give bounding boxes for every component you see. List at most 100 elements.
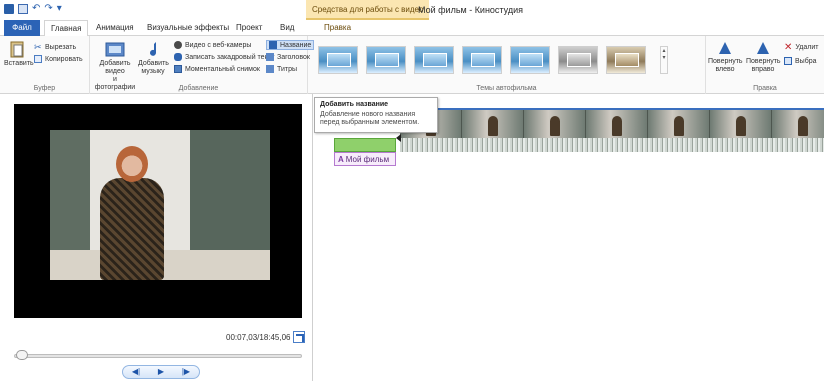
video-frame-image — [50, 130, 270, 280]
add-music-label-1: Добавить — [138, 60, 169, 67]
theme-thumbnail[interactable] — [318, 46, 358, 74]
select-label: Выбра — [795, 57, 817, 65]
seek-bar[interactable] — [14, 354, 302, 358]
clip-frame — [710, 110, 772, 138]
clip-frame — [462, 110, 524, 138]
storyboard-pane: A Мой фильм — [314, 94, 824, 381]
rotate-left-icon — [719, 42, 731, 54]
webcam-video-button[interactable]: Видео с веб-камеры — [174, 40, 251, 50]
tab-edit[interactable]: Правка — [318, 20, 357, 36]
title-icon — [269, 41, 277, 49]
webcam-icon — [174, 41, 182, 49]
play-button[interactable]: ▶ — [158, 367, 164, 377]
tooltip-description-1: Добавление нового названия — [320, 111, 416, 118]
add-music-label-2: музыку — [141, 68, 165, 75]
ribbon-tabs: Файл Главная Анимация Визуальные эффекты… — [0, 20, 824, 37]
audio-waveform — [400, 138, 824, 152]
add-music-button[interactable]: Добавить музыку — [138, 40, 169, 76]
video-clip[interactable] — [400, 108, 824, 152]
tab-view[interactable]: Вид — [274, 20, 300, 36]
theme-thumbnail[interactable] — [606, 46, 646, 74]
theme-thumbnail[interactable] — [510, 46, 550, 74]
webcam-label: Видео с веб-камеры — [185, 41, 252, 49]
edit-group: Повернуть влево Повернуть вправо ✕ Удали… — [706, 36, 824, 94]
undo-icon[interactable]: ↶ — [32, 4, 40, 14]
save-icon[interactable] — [18, 4, 28, 14]
rotate-left-label-2: влево — [715, 66, 735, 73]
insertion-cursor — [396, 134, 401, 142]
record-narration-button[interactable]: Записать закадровый текст — [174, 52, 274, 62]
rotate-left-button[interactable]: Повернуть влево — [708, 40, 743, 74]
scissors-icon: ✂ — [34, 42, 42, 52]
credits-label: Титры — [277, 65, 298, 73]
themes-scroll[interactable]: ▴ ▾ — [660, 46, 668, 74]
rotate-right-icon — [757, 42, 769, 54]
film-photo-icon — [105, 42, 125, 57]
delete-button[interactable]: ✕ Удалит — [784, 42, 819, 53]
theme-thumbnail[interactable] — [414, 46, 454, 74]
clip-frame — [586, 110, 648, 138]
clipboard-group-label: Буфер — [33, 85, 56, 92]
music-note-icon — [150, 42, 156, 56]
previous-frame-button[interactable]: ◀| — [132, 367, 140, 377]
tab-file[interactable]: Файл — [4, 20, 40, 36]
theme-thumbnail[interactable] — [366, 46, 406, 74]
tab-project[interactable]: Проект — [230, 20, 268, 36]
select-icon — [784, 57, 792, 65]
add-video-label-1: Добавить видео — [99, 60, 131, 75]
record-narration-label: Записать закадровый текст — [185, 53, 275, 61]
add-group-label: Добавление — [178, 85, 219, 92]
copy-label: Копировать — [45, 55, 83, 63]
add-caption-button[interactable]: Заголовок — [266, 52, 310, 62]
clip-frame — [648, 110, 710, 138]
title-clip[interactable] — [334, 138, 396, 152]
rotate-left-label-1: Повернуть — [708, 58, 743, 65]
tab-home[interactable]: Главная — [44, 20, 89, 37]
paste-label: Вставить — [4, 60, 34, 67]
theme-thumbnail[interactable] — [462, 46, 502, 74]
quick-access-toolbar: ↶ ↷ ▾ — [4, 4, 62, 14]
title-caption-text: Мой фильм — [345, 154, 390, 164]
select-all-button[interactable]: Выбра — [784, 56, 817, 66]
cut-label: Вырезать — [45, 43, 77, 51]
delete-label: Удалит — [795, 43, 819, 51]
themes-group: ▴ ▾ Темы автофильма — [308, 36, 706, 94]
theme-thumbnail[interactable] — [558, 46, 598, 74]
copy-button[interactable]: Копировать — [34, 54, 83, 64]
context-tool-header: Средства для работы с видео — [306, 0, 430, 20]
credits-icon — [266, 65, 274, 73]
app-menu-icon[interactable] — [4, 4, 14, 14]
themes-group-label: Темы автофильма — [476, 85, 537, 92]
copy-icon — [34, 55, 42, 63]
seek-thumb[interactable] — [16, 350, 28, 360]
tab-animation[interactable]: Анимация — [90, 20, 140, 36]
caption-icon — [266, 53, 274, 61]
clipboard-group: Вставить ✂ Вырезать Копировать Буфер — [0, 36, 90, 94]
snapshot-icon — [174, 65, 182, 73]
clip-frame — [772, 110, 824, 138]
snapshot-label: Моментальный снимок — [185, 65, 260, 73]
fullscreen-button[interactable] — [293, 331, 305, 343]
rotate-right-label-1: Повернуть — [746, 58, 781, 65]
rotate-right-button[interactable]: Повернуть вправо — [746, 40, 781, 74]
edit-group-label: Правка — [753, 85, 777, 92]
title-caption[interactable]: A Мой фильм — [334, 152, 396, 166]
movie-maker-window: ↶ ↷ ▾ Средства для работы с видео Мой фи… — [0, 0, 824, 381]
title-bar: ↶ ↷ ▾ Средства для работы с видео Мой фи… — [0, 0, 824, 20]
tooltip-description-2: перед выбранным элементом. — [320, 119, 420, 126]
add-title-tooltip: Добавить название Добавление нового назв… — [314, 97, 438, 133]
paste-icon — [10, 41, 24, 58]
tooltip-title: Добавить название — [320, 101, 389, 108]
next-frame-button[interactable]: |▶ — [182, 367, 190, 377]
customize-qat-icon[interactable]: ▾ — [57, 4, 62, 14]
snapshot-button[interactable]: Моментальный снимок — [174, 64, 260, 74]
preview-pane: 00:07,03/18:45,06 ◀| ▶ |▶ — [0, 94, 313, 381]
video-preview[interactable] — [14, 104, 302, 318]
window-title: Мой фильм - Киностудия — [418, 5, 524, 15]
add-credits-button[interactable]: Титры — [266, 64, 297, 74]
clip-frame — [524, 110, 586, 138]
paste-button[interactable]: Вставить — [4, 40, 34, 68]
tab-visual-effects[interactable]: Визуальные эффекты — [141, 20, 235, 36]
redo-icon[interactable]: ↷ — [44, 4, 52, 14]
cut-button[interactable]: ✂ Вырезать — [34, 42, 76, 52]
